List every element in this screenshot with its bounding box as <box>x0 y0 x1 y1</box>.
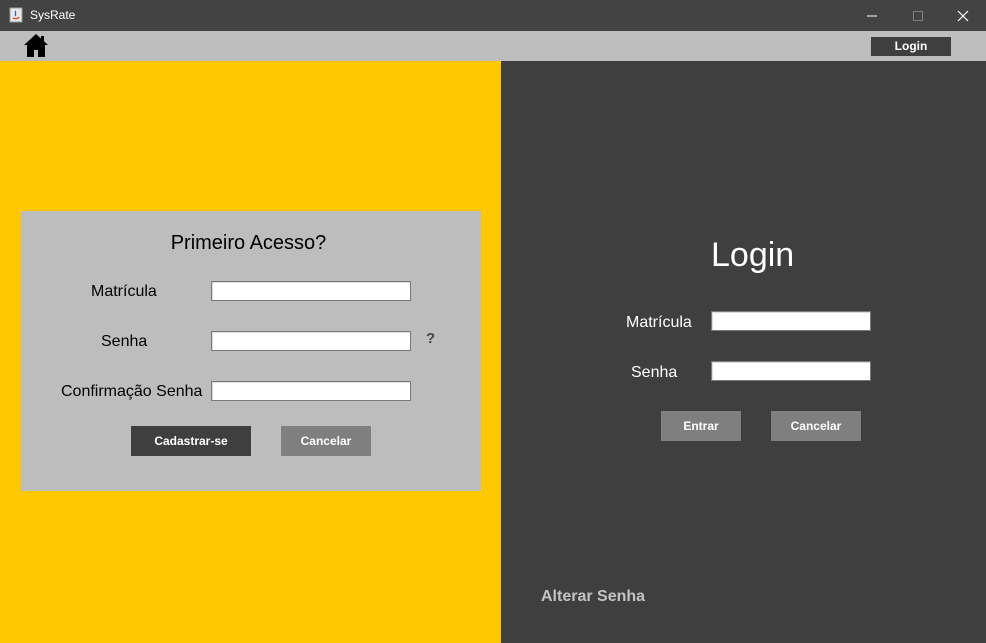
minimize-icon <box>867 15 877 17</box>
title-bar[interactable]: SysRate <box>0 0 986 31</box>
toolbar: Login <box>0 31 986 61</box>
login-senha-label: Senha <box>631 364 678 381</box>
first-access-panel: Primeiro Acesso? Matrícula Senha ? Confi… <box>0 61 501 643</box>
home-icon[interactable] <box>24 33 48 58</box>
login-panel: Login Matrícula Senha Entrar Cancelar Al… <box>501 61 986 643</box>
register-button[interactable]: Cadastrar-se <box>131 426 251 456</box>
login-nav-button[interactable]: Login <box>871 37 951 56</box>
window-title: SysRate <box>30 8 76 22</box>
register-matricula-input[interactable] <box>211 281 411 301</box>
login-matricula-input[interactable] <box>711 311 871 331</box>
java-app-icon <box>9 7 23 23</box>
app-window: SysRate Login Primeiro Acesso? Matrícula… <box>0 0 986 643</box>
matricula-label: Matrícula <box>91 283 157 300</box>
register-confirm-input[interactable] <box>211 381 411 401</box>
password-help-icon[interactable]: ? <box>426 330 435 347</box>
login-cancel-button[interactable]: Cancelar <box>771 411 861 441</box>
register-senha-input[interactable] <box>211 331 411 351</box>
login-title: Login <box>711 236 795 274</box>
enter-button[interactable]: Entrar <box>661 411 741 441</box>
minimize-button[interactable] <box>849 0 895 31</box>
maximize-icon <box>913 11 923 21</box>
maximize-button[interactable] <box>895 0 941 31</box>
register-cancel-button[interactable]: Cancelar <box>281 426 371 456</box>
confirm-senha-label: Confirmação Senha <box>61 383 203 400</box>
login-senha-input[interactable] <box>711 361 871 381</box>
alter-password-link[interactable]: Alterar Senha <box>541 588 645 606</box>
close-button[interactable] <box>940 0 986 31</box>
senha-label: Senha <box>101 333 148 350</box>
close-icon <box>957 10 969 22</box>
first-access-title: Primeiro Acesso? <box>170 232 327 254</box>
first-access-card: Primeiro Acesso? Matrícula Senha ? Confi… <box>21 211 481 491</box>
login-matricula-label: Matrícula <box>626 314 692 331</box>
